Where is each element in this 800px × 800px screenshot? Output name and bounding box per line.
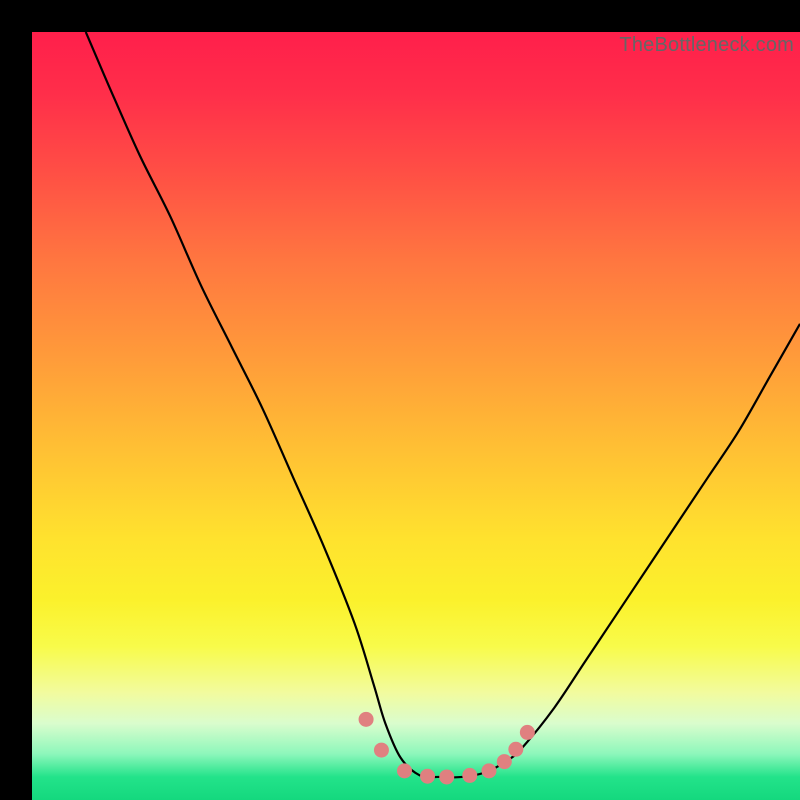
chart-plot-area: TheBottleneck.com xyxy=(32,32,800,800)
chart-frame: TheBottleneck.com xyxy=(0,0,800,800)
chart-svg xyxy=(32,32,800,800)
marker-dot xyxy=(497,754,512,769)
marker-dot xyxy=(481,763,496,778)
curve-layer xyxy=(86,32,800,777)
marker-dot xyxy=(374,743,389,758)
bottleneck-curve xyxy=(86,32,800,777)
marker-dot xyxy=(520,725,535,740)
marker-dot xyxy=(508,742,523,757)
marker-dot xyxy=(397,763,412,778)
marker-dot xyxy=(420,769,435,784)
marker-dot xyxy=(462,768,477,783)
marker-dot xyxy=(359,712,374,727)
marker-dot xyxy=(439,769,454,784)
